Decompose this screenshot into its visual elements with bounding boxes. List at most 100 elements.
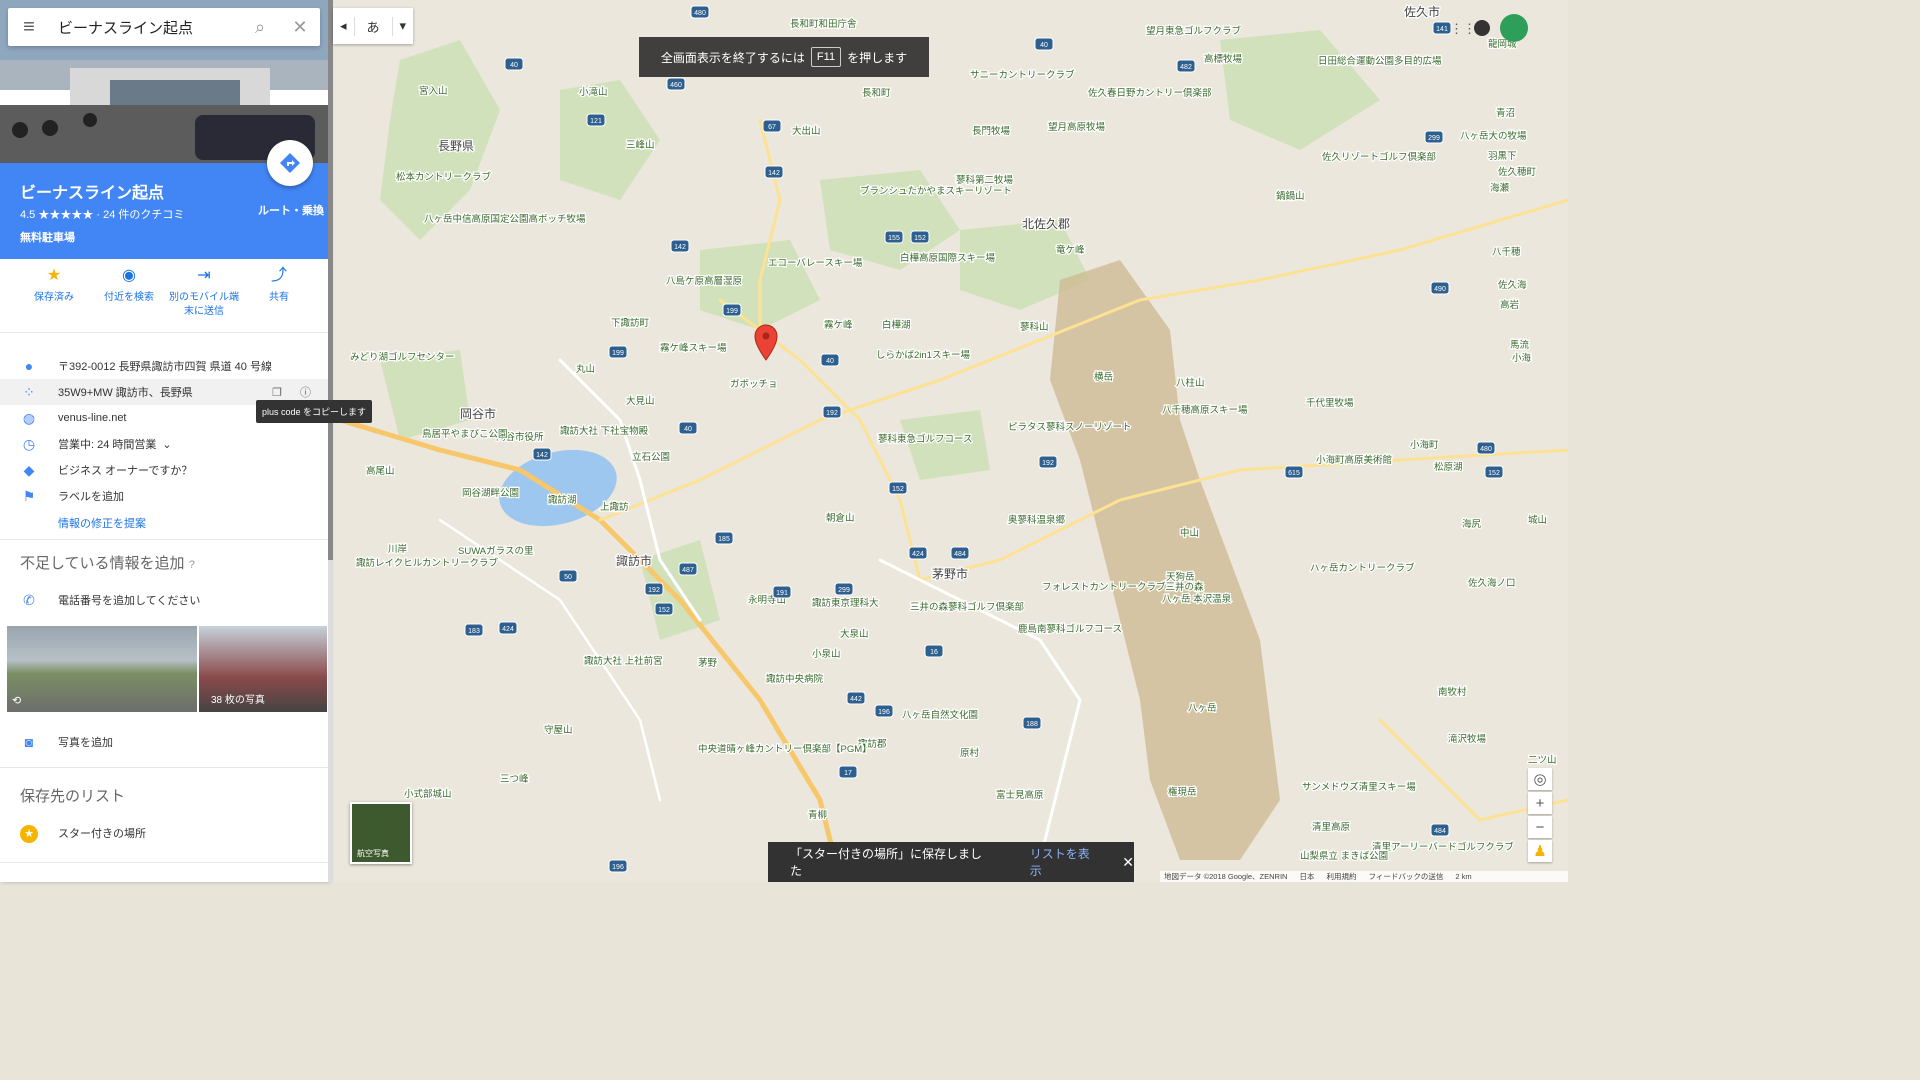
map-label[interactable]: 霧ケ峰スキー場	[659, 341, 729, 356]
map-label[interactable]: エコーバレースキー場	[767, 256, 864, 271]
map-label[interactable]: 長和町和田庁舎	[789, 17, 859, 32]
map-label[interactable]: 小泉山	[811, 647, 842, 662]
map-label[interactable]: 高尾山	[365, 464, 396, 479]
map-label[interactable]: 八ヶ岳自然文化園	[901, 708, 980, 723]
map-label[interactable]: みどり湖ゴルフセンター	[349, 350, 456, 365]
help-icon[interactable]: ?	[189, 559, 195, 571]
map-label[interactable]: 海尻	[1461, 517, 1483, 532]
map-label[interactable]: 奥蓼科温泉郷	[1007, 513, 1067, 528]
map-label[interactable]: 北佐久郡	[1021, 216, 1072, 233]
map-label[interactable]: 立石公園	[631, 450, 672, 465]
map-label[interactable]: 権現岳	[1167, 785, 1198, 800]
map-label[interactable]: 松原湖	[1433, 460, 1464, 475]
map-label[interactable]: 佐久市	[1403, 3, 1442, 21]
menu-icon[interactable]: ≡	[8, 8, 50, 46]
map-label[interactable]: 小海町	[1409, 438, 1441, 453]
map-label[interactable]: 蓼科東急ゴルフコース	[877, 432, 974, 447]
search-box[interactable]: ≡ ビーナスライン起点 ⌕ ✕	[8, 8, 320, 46]
map-label[interactable]: 佐久海	[1497, 278, 1529, 293]
collapse-arrow-icon[interactable]: ◂	[333, 18, 354, 34]
map-label[interactable]: 佐久リゾートゴルフ倶楽部	[1321, 150, 1438, 165]
map-label[interactable]: 蓼科第二牧場	[955, 173, 1015, 188]
map-label[interactable]: 松本カントリークラブ	[395, 170, 493, 185]
map-label[interactable]: 守屋山	[543, 723, 574, 738]
map-label[interactable]: 鳥居平やまびこ公園	[421, 427, 509, 442]
directions-label[interactable]: ルート・乗換	[258, 202, 324, 218]
map-label[interactable]: ハヶ岳カントリークラブ	[1309, 561, 1417, 576]
map-label[interactable]: 諏訪レイクヒルカントリークラブ	[355, 556, 500, 571]
map-label[interactable]: サンメドウズ清里スキー場	[1301, 780, 1418, 795]
map-label[interactable]: 茅野市	[931, 565, 970, 583]
zoom-out-button[interactable]: −	[1528, 816, 1552, 838]
map-label[interactable]: 諏訪大社 上社前宮	[583, 654, 664, 669]
map-label[interactable]: 青沼	[1495, 106, 1517, 121]
map-label[interactable]: ピラタス蓼科スノーリゾート	[1007, 420, 1133, 435]
map-label[interactable]: 八ヶ岳大の牧場	[1459, 129, 1529, 144]
view-list-link[interactable]: リストを表示	[1030, 845, 1101, 879]
map-label[interactable]: 諏訪東京理科大	[811, 596, 881, 611]
map-label[interactable]: 佐久穂町	[1497, 165, 1538, 180]
map-label[interactable]: 蓼科山	[1019, 320, 1050, 335]
map-label[interactable]: 中央道晴ヶ峰カントリー倶楽部【PGM】	[697, 742, 873, 757]
hours-row[interactable]: ◷ 営業中: 24 時間営業 ⌄	[0, 431, 328, 457]
map-label[interactable]: 日田総合運動公園多目的広場	[1317, 54, 1444, 69]
map-label[interactable]: 小式部城山	[403, 787, 453, 802]
pegman-icon[interactable]: ♟	[1528, 840, 1552, 862]
map-label[interactable]: SUWAガラスの里	[457, 545, 535, 559]
address-row[interactable]: ● 〒392-0012 長野県諏訪市四賀 県道 40 号線	[0, 353, 328, 379]
business-owner-row[interactable]: ◆ ビジネス オーナーですか？	[0, 457, 328, 483]
map-label[interactable]: 滝沢牧場	[1447, 732, 1488, 747]
map-label[interactable]: 高標牧場	[1203, 52, 1244, 67]
ime-mode[interactable]: あ	[353, 16, 393, 36]
map-label[interactable]: ブランシュたかやまスキーリゾート	[859, 184, 1014, 199]
aerial-toggle[interactable]: 航空写真	[350, 802, 412, 864]
starred-list-row[interactable]: ★ スター付きの場所	[0, 820, 328, 846]
send-to-phone-button[interactable]: ⇥ 別のモバイル端末に送信	[166, 268, 242, 319]
map-label[interactable]: 諏訪中央病院	[765, 672, 825, 687]
map-label[interactable]: 清里高原	[1311, 820, 1352, 835]
copy-icon[interactable]: ❐	[272, 386, 282, 399]
add-label-row[interactable]: ⚑ ラベルを追加	[0, 483, 328, 509]
share-button[interactable]: ⤴ 共有	[241, 268, 317, 305]
map-label[interactable]: 中山	[1179, 526, 1201, 541]
map-label[interactable]: サニーカントリークラブ	[969, 68, 1077, 83]
map-label[interactable]: 城山	[1527, 514, 1549, 528]
photo-street-view[interactable]: ⟲	[7, 626, 197, 712]
zoom-in-button[interactable]: +	[1528, 792, 1552, 814]
map-label[interactable]: 大見山	[625, 394, 656, 409]
map-label[interactable]: 八ヶ岳中信高原国定公園高ボッチ牧場	[423, 212, 588, 227]
map-label[interactable]: 横岳	[1093, 370, 1115, 385]
map-label[interactable]: 白樺高原国際スキー場	[899, 251, 997, 266]
input-tools[interactable]: ◂ あ ▾	[333, 8, 414, 44]
map-label[interactable]: 宮入山	[418, 84, 449, 99]
map-label[interactable]: 諏訪湖	[547, 493, 578, 508]
nearby-button[interactable]: ◉ 付近を検索	[91, 268, 167, 305]
map-label[interactable]: 上諏訪	[599, 500, 631, 515]
map-label[interactable]: 高岩	[1499, 298, 1521, 313]
map-label[interactable]: 富士見高原	[995, 788, 1045, 803]
map-label[interactable]: 三つ峰	[499, 773, 531, 787]
map-label[interactable]: 南牧村	[1437, 685, 1469, 700]
map-label[interactable]: 佐久海ノ口	[1467, 576, 1517, 591]
map-label[interactable]: 大泉山	[839, 627, 870, 642]
search-input[interactable]: ビーナスライン起点	[50, 17, 240, 38]
map-label[interactable]: 羽黒下	[1487, 150, 1518, 164]
map-label[interactable]: 竜ケ峰	[1055, 243, 1087, 258]
map-label[interactable]: 八ヶ岳	[1187, 701, 1218, 716]
place-rating[interactable]: 4.5 ★★★★★ · 24 件のクチコミ	[20, 206, 184, 222]
info-icon[interactable]: ⓘ	[300, 384, 311, 400]
map-label[interactable]: 鹿島南蓼科ゴルフコース	[1017, 622, 1124, 637]
map-label[interactable]: 馬流	[1509, 338, 1531, 353]
map-label[interactable]: 千代里牧場	[1305, 396, 1356, 411]
map-label[interactable]: 長和町	[861, 87, 893, 101]
map-label[interactable]: 八千穂高原スキー場	[1161, 403, 1250, 418]
map-label[interactable]: 八島ケ原高層湿原	[665, 274, 744, 289]
map-label[interactable]: 海瀬	[1489, 181, 1511, 196]
map-label[interactable]: 山梨県立 まきば公園	[1299, 849, 1390, 864]
map-label[interactable]: 原村	[959, 746, 981, 761]
close-icon[interactable]: ✕	[280, 17, 320, 38]
map-label[interactable]: 川岸	[387, 543, 409, 557]
photo-gallery[interactable]: 38 枚の写真	[199, 626, 327, 712]
map-label[interactable]: 清里アーリーバードゴルフクラブ	[1371, 840, 1516, 855]
map-label[interactable]: 白樺湖	[881, 318, 912, 333]
